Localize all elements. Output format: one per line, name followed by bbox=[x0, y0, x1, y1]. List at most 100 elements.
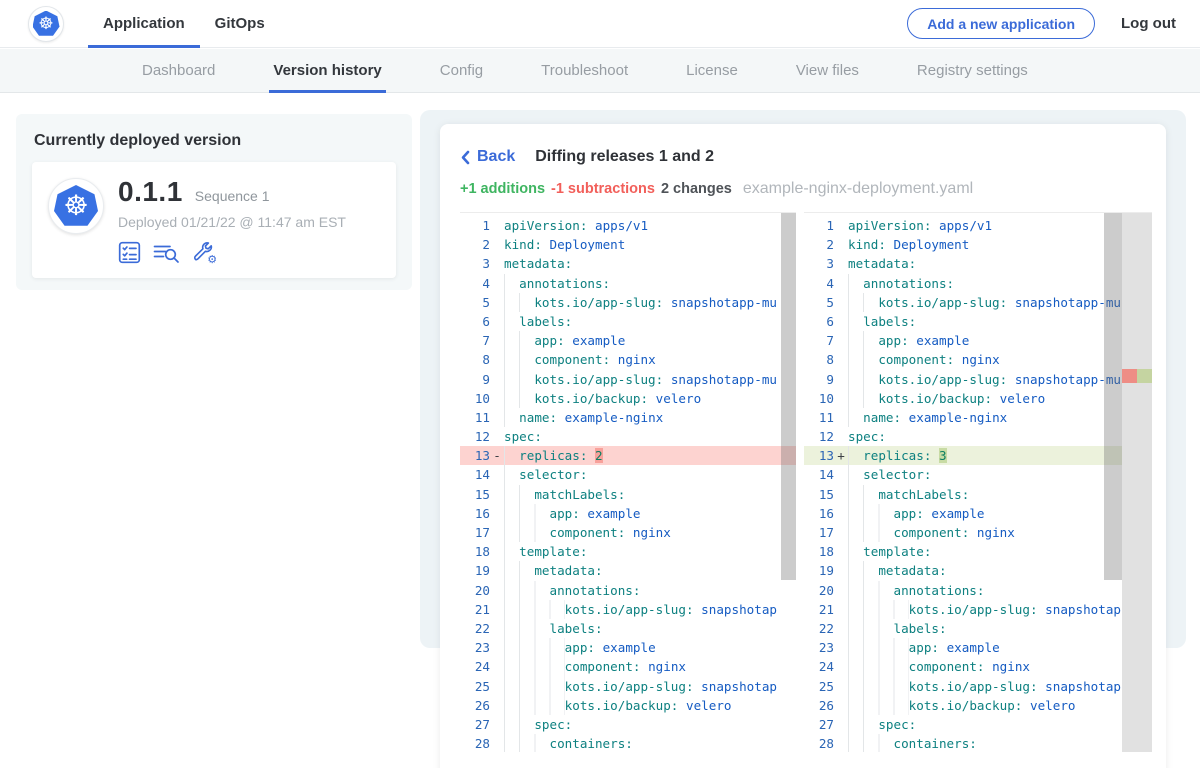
code-text: replicas: 3 bbox=[848, 446, 1122, 465]
back-button[interactable]: Back bbox=[460, 148, 515, 166]
code-text: apiVersion: apps/v1 bbox=[504, 216, 796, 235]
deployed-meta: 0.1.1 Sequence 1 Deployed 01/21/22 @ 11:… bbox=[118, 176, 346, 264]
line-number: 20 bbox=[804, 581, 834, 600]
code-text: component: nginx bbox=[848, 523, 1122, 542]
scrollbar-thumb[interactable] bbox=[781, 213, 796, 580]
code-text: annotations: bbox=[848, 274, 1122, 293]
line-number: 16 bbox=[804, 504, 834, 523]
diff-sign bbox=[490, 312, 504, 331]
subnav-tab-troubleshoot[interactable]: Troubleshoot bbox=[541, 49, 628, 92]
subtractions-count: -1 subtractions bbox=[551, 181, 655, 197]
line-number: 16 bbox=[460, 504, 490, 523]
diff-sign: - bbox=[490, 446, 504, 465]
diff-sign bbox=[834, 293, 848, 312]
line-number: 15 bbox=[804, 485, 834, 504]
code-text: app: example bbox=[504, 331, 796, 350]
diff-sign bbox=[834, 408, 848, 427]
code-text: spec: bbox=[504, 427, 796, 446]
code-text: kots.io/app-slug: snapshotap bbox=[504, 677, 796, 696]
diff-sign bbox=[490, 274, 504, 293]
diff-line: 1apiVersion: apps/v1 bbox=[460, 216, 796, 235]
diff-line: 28containers: bbox=[460, 734, 796, 752]
subnav-tab-license[interactable]: License bbox=[686, 49, 738, 92]
config-wrench-gear-icon[interactable]: ⚙ bbox=[192, 240, 217, 264]
subnav-tab-config[interactable]: Config bbox=[440, 49, 483, 92]
kots-admin-console: ☸ ApplicationGitOps Add a new applicatio… bbox=[0, 0, 1200, 768]
diff-sign bbox=[490, 581, 504, 600]
code-text: spec: bbox=[848, 715, 1122, 734]
code-text: kots.io/app-slug: snapshotap bbox=[504, 600, 796, 619]
line-number: 12 bbox=[460, 427, 490, 446]
diff-sign bbox=[834, 254, 848, 273]
deploy-logs-icon[interactable] bbox=[153, 241, 180, 264]
line-number: 12 bbox=[804, 427, 834, 446]
code-text: kots.io/app-slug: snapshotapp-mu bbox=[504, 370, 796, 389]
preflight-checklist-icon[interactable] bbox=[118, 241, 141, 264]
diff-line: 6labels: bbox=[804, 312, 1122, 331]
line-number: 22 bbox=[460, 619, 490, 638]
app-logo[interactable]: ☸ bbox=[28, 6, 64, 42]
diff-line: 21kots.io/app-slug: snapshotap bbox=[804, 600, 1122, 619]
scrollbar-thumb[interactable] bbox=[1104, 213, 1122, 580]
code-text: kind: Deployment bbox=[504, 235, 796, 254]
line-number: 14 bbox=[804, 465, 834, 484]
diff-sign bbox=[834, 734, 848, 752]
line-number: 19 bbox=[804, 561, 834, 580]
diff-line: 2kind: Deployment bbox=[804, 235, 1122, 254]
line-number: 26 bbox=[460, 696, 490, 715]
topnav-tab-application[interactable]: Application bbox=[88, 0, 200, 47]
code-text: app: example bbox=[504, 504, 796, 523]
code-text: labels: bbox=[504, 312, 796, 331]
diff-line: 25kots.io/app-slug: snapshotap bbox=[460, 677, 796, 696]
diff-line: 10kots.io/backup: velero bbox=[460, 389, 796, 408]
diff-editors: 1apiVersion: apps/v12kind: Deployment3me… bbox=[460, 212, 1152, 752]
subnav-tab-registry-settings[interactable]: Registry settings bbox=[917, 49, 1028, 92]
code-text: component: nginx bbox=[848, 350, 1122, 369]
diff-sign bbox=[490, 235, 504, 254]
line-number: 26 bbox=[804, 696, 834, 715]
code-text: matchLabels: bbox=[848, 485, 1122, 504]
line-number: 11 bbox=[804, 408, 834, 427]
code-text: metadata: bbox=[504, 561, 796, 580]
diff-sign bbox=[490, 216, 504, 235]
code-text: kots.io/backup: velero bbox=[848, 696, 1122, 715]
line-number: 28 bbox=[804, 734, 834, 752]
diff-line: 5kots.io/app-slug: snapshotapp-mu bbox=[804, 293, 1122, 312]
diff-sign bbox=[490, 696, 504, 715]
line-number: 13 bbox=[460, 446, 490, 465]
code-text: metadata: bbox=[848, 254, 1122, 273]
chevron-left-icon bbox=[460, 150, 470, 165]
line-number: 2 bbox=[460, 235, 490, 254]
diff-line: 15matchLabels: bbox=[460, 485, 796, 504]
diff-sign bbox=[490, 370, 504, 389]
code-text: annotations: bbox=[848, 581, 1122, 600]
line-number: 2 bbox=[804, 235, 834, 254]
deployed-version-panel: ☸ 0.1.1 Sequence 1 Deployed 01/21/22 @ 1… bbox=[32, 162, 396, 278]
diff-line: 11name: example-nginx bbox=[460, 408, 796, 427]
line-number: 21 bbox=[804, 600, 834, 619]
logout-button[interactable]: Log out bbox=[1121, 15, 1176, 32]
diff-sign bbox=[490, 561, 504, 580]
line-number: 3 bbox=[460, 254, 490, 273]
diff-line: 14selector: bbox=[460, 465, 796, 484]
subnav-tab-dashboard[interactable]: Dashboard bbox=[142, 49, 215, 92]
diff-sign bbox=[834, 485, 848, 504]
diff-line: 15 matchLabels: bbox=[804, 485, 1122, 504]
line-number: 8 bbox=[804, 350, 834, 369]
diff-sign bbox=[834, 657, 848, 676]
diff-line: 13+replicas: 3 bbox=[804, 446, 1122, 465]
subnav-tab-view-files[interactable]: View files bbox=[796, 49, 859, 92]
diff-editor-original: 1apiVersion: apps/v12 kind: Deployment 3 me… bbox=[460, 212, 796, 752]
diff-line: 27spec: bbox=[460, 715, 796, 734]
subnav-tab-version-history[interactable]: Version history bbox=[273, 49, 381, 92]
topnav-spacer bbox=[280, 0, 908, 47]
diff-sign bbox=[490, 523, 504, 542]
diff-line: 19metadata: bbox=[804, 561, 1122, 580]
diff-line: 26 kots.io/backup: velero bbox=[804, 696, 1122, 715]
code-text: containers: bbox=[504, 734, 796, 752]
topnav-tab-gitops[interactable]: GitOps bbox=[200, 0, 280, 47]
diff-sign bbox=[834, 715, 848, 734]
code-text: kots.io/app-slug: snapshotapp-mu bbox=[504, 293, 796, 312]
diff-sign bbox=[490, 504, 504, 523]
add-application-button[interactable]: Add a new application bbox=[907, 8, 1095, 39]
